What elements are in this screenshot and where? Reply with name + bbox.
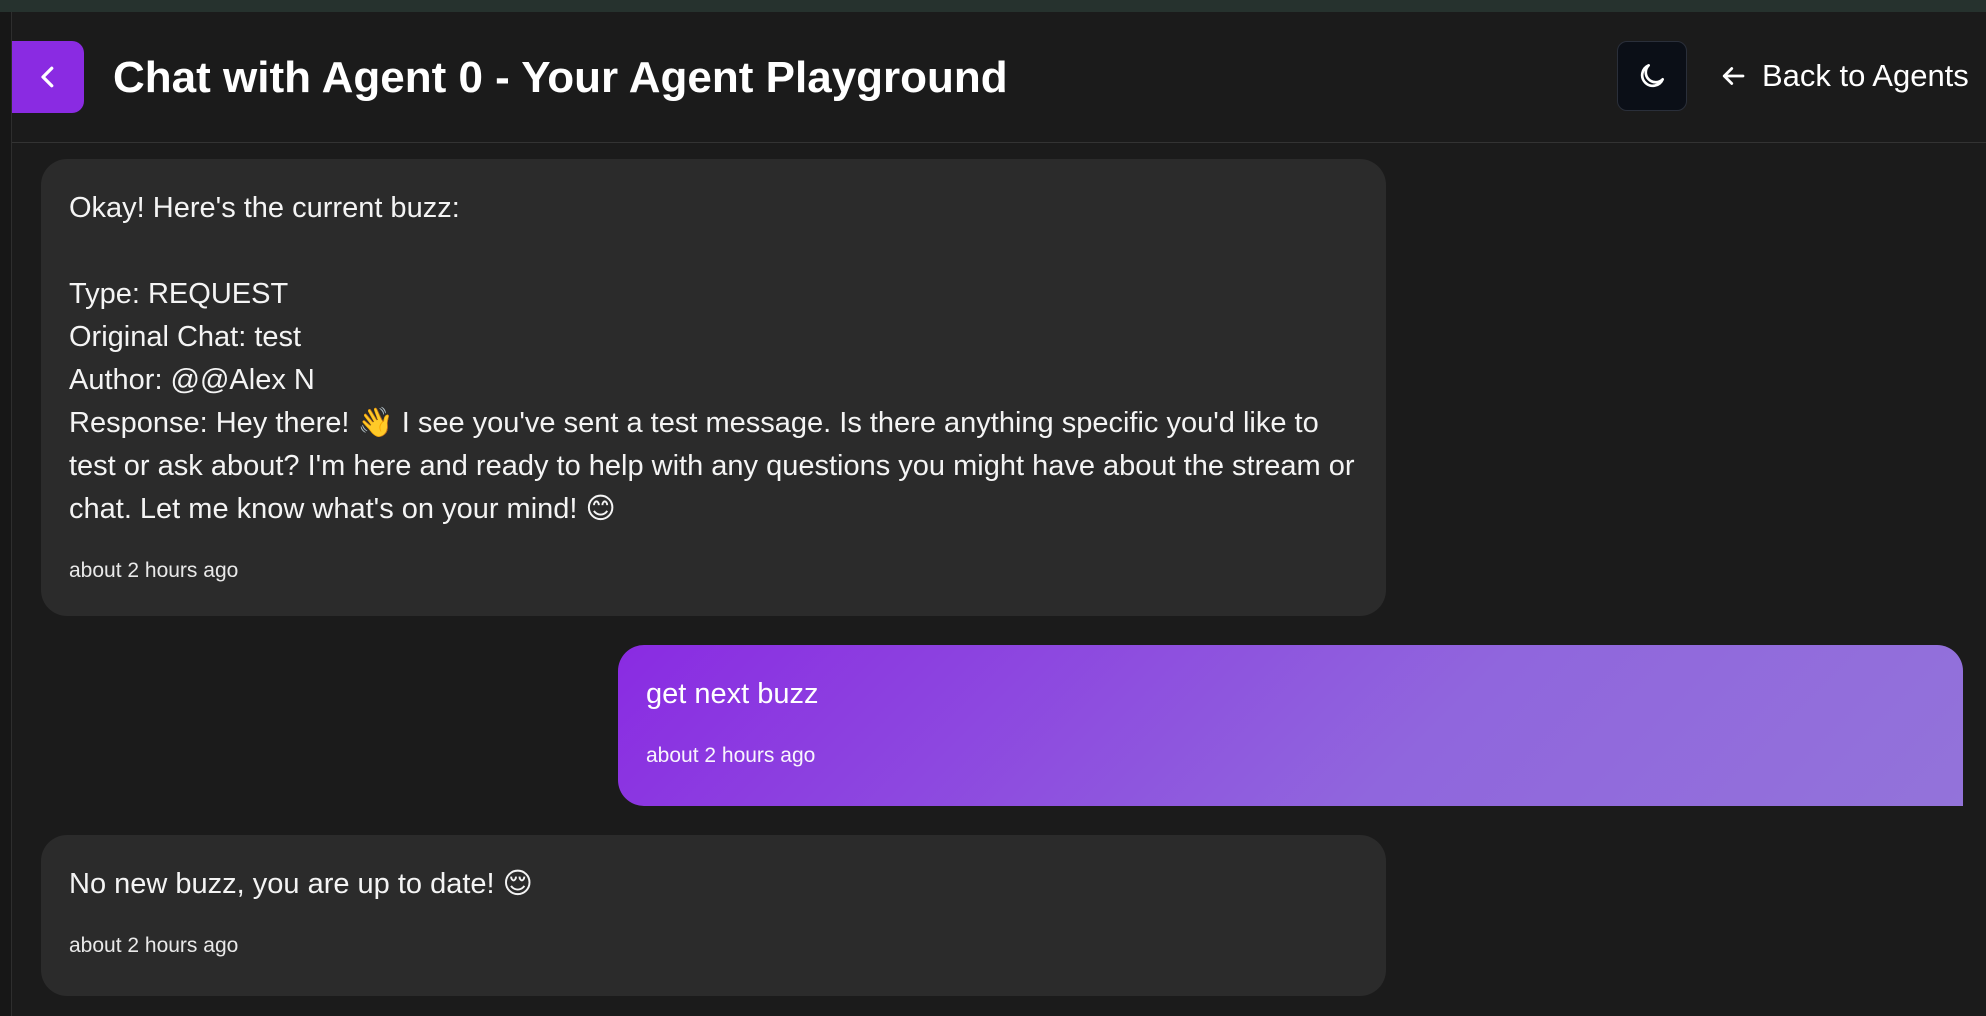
message-timestamp: about 2 hours ago — [646, 744, 816, 767]
message-text: No new buzz, you are up to date! 😌 — [69, 868, 533, 900]
agent-message: Okay! Here's the current buzz: Type: REQ… — [41, 159, 1386, 616]
agent-message: No new buzz, you are up to date! 😌 about… — [41, 835, 1386, 996]
message-text: get next buzz — [646, 678, 819, 710]
sidebar-toggle-button[interactable] — [12, 41, 84, 113]
chat-header: Chat with Agent 0 - Your Agent Playgroun… — [12, 12, 1986, 143]
page-title: Chat with Agent 0 - Your Agent Playgroun… — [113, 53, 1008, 102]
back-to-agents-link[interactable]: Back to Agents — [1718, 54, 1969, 98]
back-to-agents-label: Back to Agents — [1762, 58, 1969, 93]
moon-icon — [1640, 63, 1664, 88]
message-timestamp: about 2 hours ago — [69, 559, 239, 582]
message-timestamp: about 2 hours ago — [69, 934, 239, 957]
arrow-left-icon — [1722, 67, 1745, 85]
left-rail — [0, 12, 12, 1016]
theme-toggle-button[interactable] — [1617, 41, 1687, 111]
message-list[interactable]: Okay! Here's the current buzz: Type: REQ… — [12, 143, 1986, 1016]
chevron-left-icon — [41, 66, 54, 88]
message-text: Okay! Here's the current buzz: Type: REQ… — [69, 192, 1355, 525]
user-message: get next buzz about 2 hours ago — [618, 645, 1963, 806]
